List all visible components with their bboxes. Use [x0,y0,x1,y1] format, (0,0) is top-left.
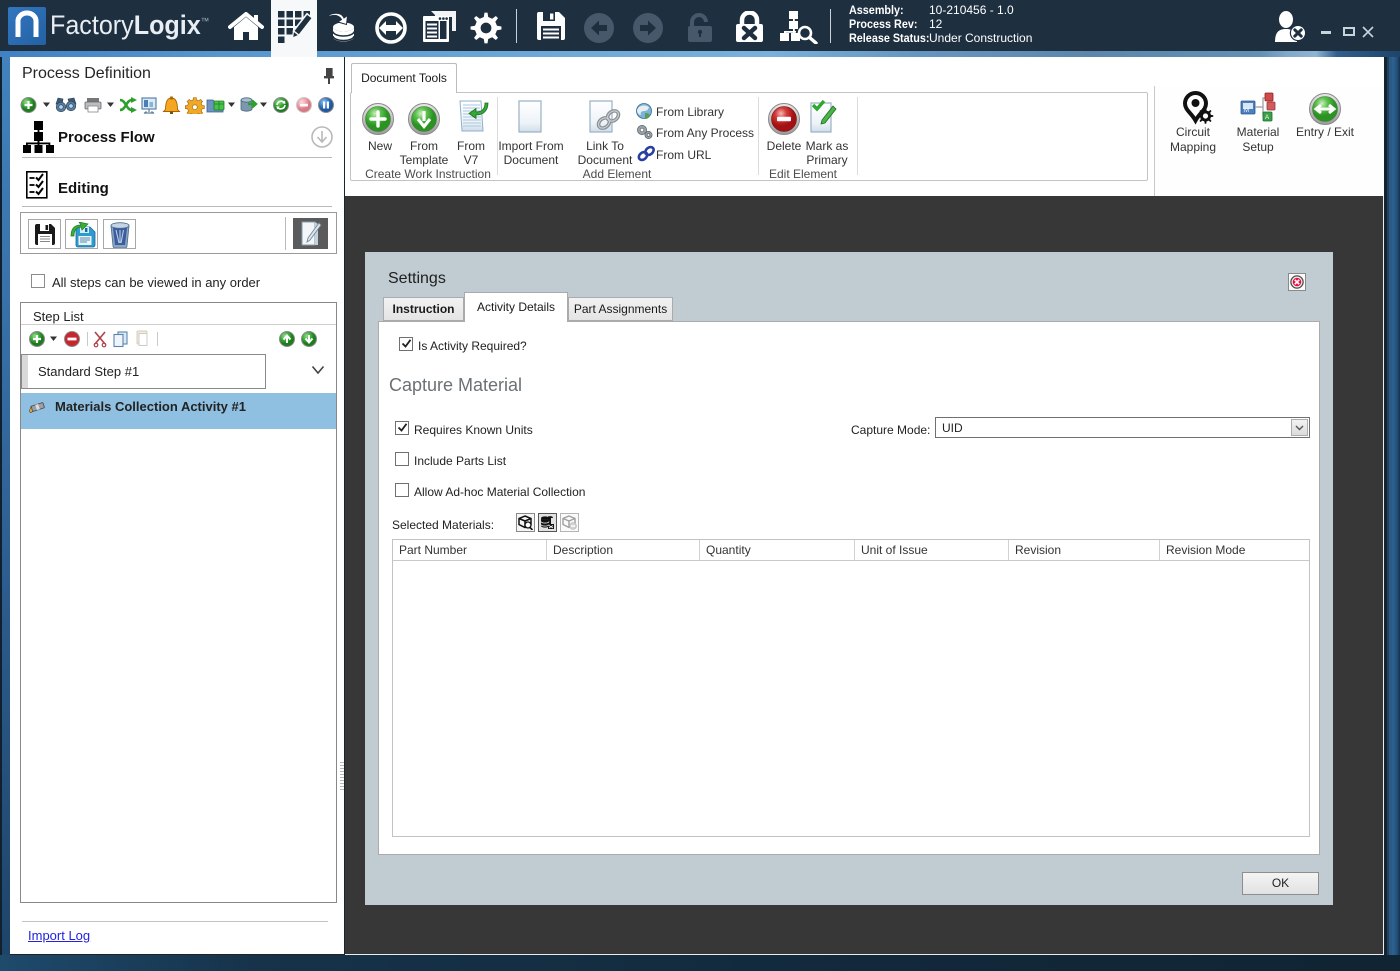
svg-text:From URL: From URL [656,148,712,162]
svg-text:Circuit: Circuit [1176,125,1211,139]
svg-text:Primary: Primary [806,153,847,167]
svg-text:Edit Element: Edit Element [769,167,838,181]
svg-text:From: From [457,139,485,153]
svg-text:Delete: Delete [767,139,802,153]
svg-text:From Library: From Library [656,105,724,119]
svg-text:Link To: Link To [586,139,624,153]
svg-text:Document: Document [578,153,633,167]
svg-text:Create Work Instruction: Create Work Instruction [365,167,491,181]
svg-text:New: New [368,139,392,153]
svg-text:From: From [410,139,438,153]
svg-text:V7: V7 [464,153,479,167]
svg-text:Add Element: Add Element [583,167,652,181]
svg-text:Import From: Import From [498,139,563,153]
svg-text:Template: Template [400,153,449,167]
svg-text:Mark as: Mark as [806,139,849,153]
svg-text:Setup: Setup [1242,140,1274,154]
svg-text:From Any Process: From Any Process [656,126,754,140]
svg-text:M: M [1244,108,1249,114]
svg-text:Mapping: Mapping [1170,140,1216,154]
svg-text:Document: Document [504,153,559,167]
svg-text:Material: Material [1237,125,1280,139]
svg-text:Entry / Exit: Entry / Exit [1296,125,1355,139]
svg-text:A: A [1265,115,1269,121]
